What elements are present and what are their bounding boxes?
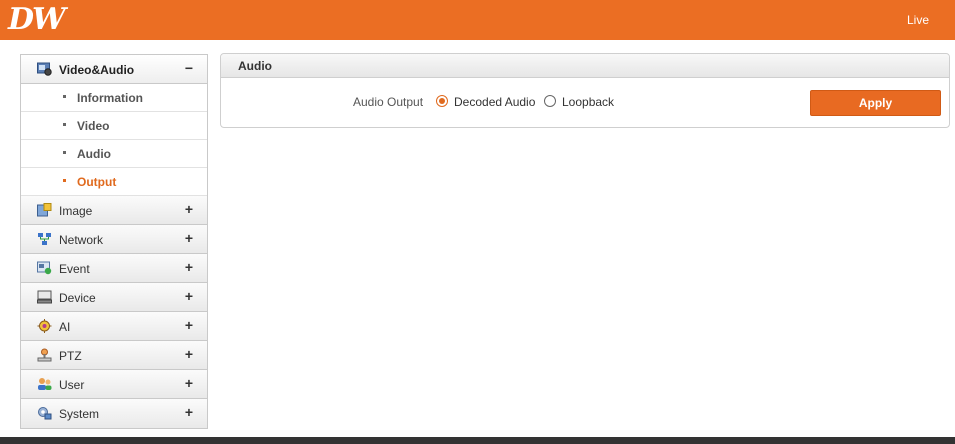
loopback-radio[interactable]	[544, 95, 556, 107]
sidebar-item-label: User	[59, 378, 85, 392]
expand-toggle[interactable]: +	[185, 288, 193, 304]
live-link[interactable]: Live	[907, 13, 929, 27]
sidebar-item-label: Network	[59, 233, 104, 247]
sidebar-item-label: Device	[59, 291, 96, 305]
audio-output-label: Audio Output	[353, 95, 424, 109]
decoded-audio-label[interactable]: Decoded Audio	[454, 95, 535, 109]
submenu-item-audio[interactable]: Audio	[21, 140, 207, 168]
sidebar-item-label: AI	[59, 320, 71, 334]
sidebar-item-image[interactable]: Image +	[21, 196, 207, 225]
submenu-item-output[interactable]: Output	[21, 168, 207, 196]
submenu-item-label: Video	[77, 119, 110, 133]
submenu-item-label: Information	[77, 91, 143, 105]
sidebar-item-ptz[interactable]: PTZ +	[21, 341, 207, 370]
bullet-icon	[63, 123, 66, 126]
sidebar-item-label: System	[59, 407, 100, 421]
system-icon	[38, 407, 52, 420]
dw-logo[interactable]: DW	[8, 3, 66, 37]
expand-toggle[interactable]: +	[185, 375, 193, 391]
sidebar-item-label: PTZ	[59, 349, 82, 363]
panel-header: Audio	[221, 54, 949, 78]
sidebar-item-network[interactable]: Network +	[21, 225, 207, 254]
ptz-icon	[37, 348, 52, 362]
video-audio-submenu: Information Video Audio Output	[21, 84, 207, 196]
sidebar-item-system[interactable]: System +	[21, 399, 207, 428]
network-icon	[38, 233, 51, 245]
bullet-icon	[63, 95, 66, 98]
collapse-toggle[interactable]: −	[185, 60, 193, 76]
sidebar-item-video-audio[interactable]: Video&Audio −	[21, 55, 207, 84]
sidebar-item-label: Video&Audio	[59, 63, 135, 77]
loopback-label[interactable]: Loopback	[562, 95, 614, 109]
event-icon	[37, 261, 52, 275]
panel-title: Audio	[238, 59, 272, 73]
submenu-item-label: Audio	[77, 147, 111, 161]
sidebar-item-event[interactable]: Event +	[21, 254, 207, 283]
sidebar-menu: Video&Audio − Information Video Audio Ou…	[20, 54, 208, 429]
expand-toggle[interactable]: +	[185, 404, 193, 420]
sidebar-item-device[interactable]: Device +	[21, 283, 207, 312]
sidebar-item-ai[interactable]: AI +	[21, 312, 207, 341]
user-icon	[38, 378, 52, 390]
expand-toggle[interactable]: +	[185, 230, 193, 246]
bullet-icon	[63, 179, 66, 182]
footer-bar	[0, 437, 955, 444]
sidebar-item-label: Event	[59, 262, 90, 276]
bullet-icon	[63, 151, 66, 154]
device-icon	[37, 290, 52, 304]
ai-icon	[37, 319, 52, 333]
expand-toggle[interactable]: +	[185, 317, 193, 333]
sidebar-item-user[interactable]: User +	[21, 370, 207, 399]
submenu-item-information[interactable]: Information	[21, 84, 207, 112]
image-icon	[37, 203, 52, 217]
decoded-audio-radio[interactable]	[436, 95, 448, 107]
submenu-item-label: Output	[77, 175, 117, 189]
apply-button[interactable]: Apply	[810, 90, 941, 116]
expand-toggle[interactable]: +	[185, 346, 193, 362]
sidebar-item-label: Image	[59, 204, 93, 218]
audio-output-panel: Audio Audio Output Decoded Audio Loopbac…	[220, 53, 950, 128]
submenu-item-video[interactable]: Video	[21, 112, 207, 140]
video-audio-icon	[37, 62, 52, 76]
expand-toggle[interactable]: +	[185, 201, 193, 217]
top-header: DW Live	[0, 0, 955, 40]
expand-toggle[interactable]: +	[185, 259, 193, 275]
